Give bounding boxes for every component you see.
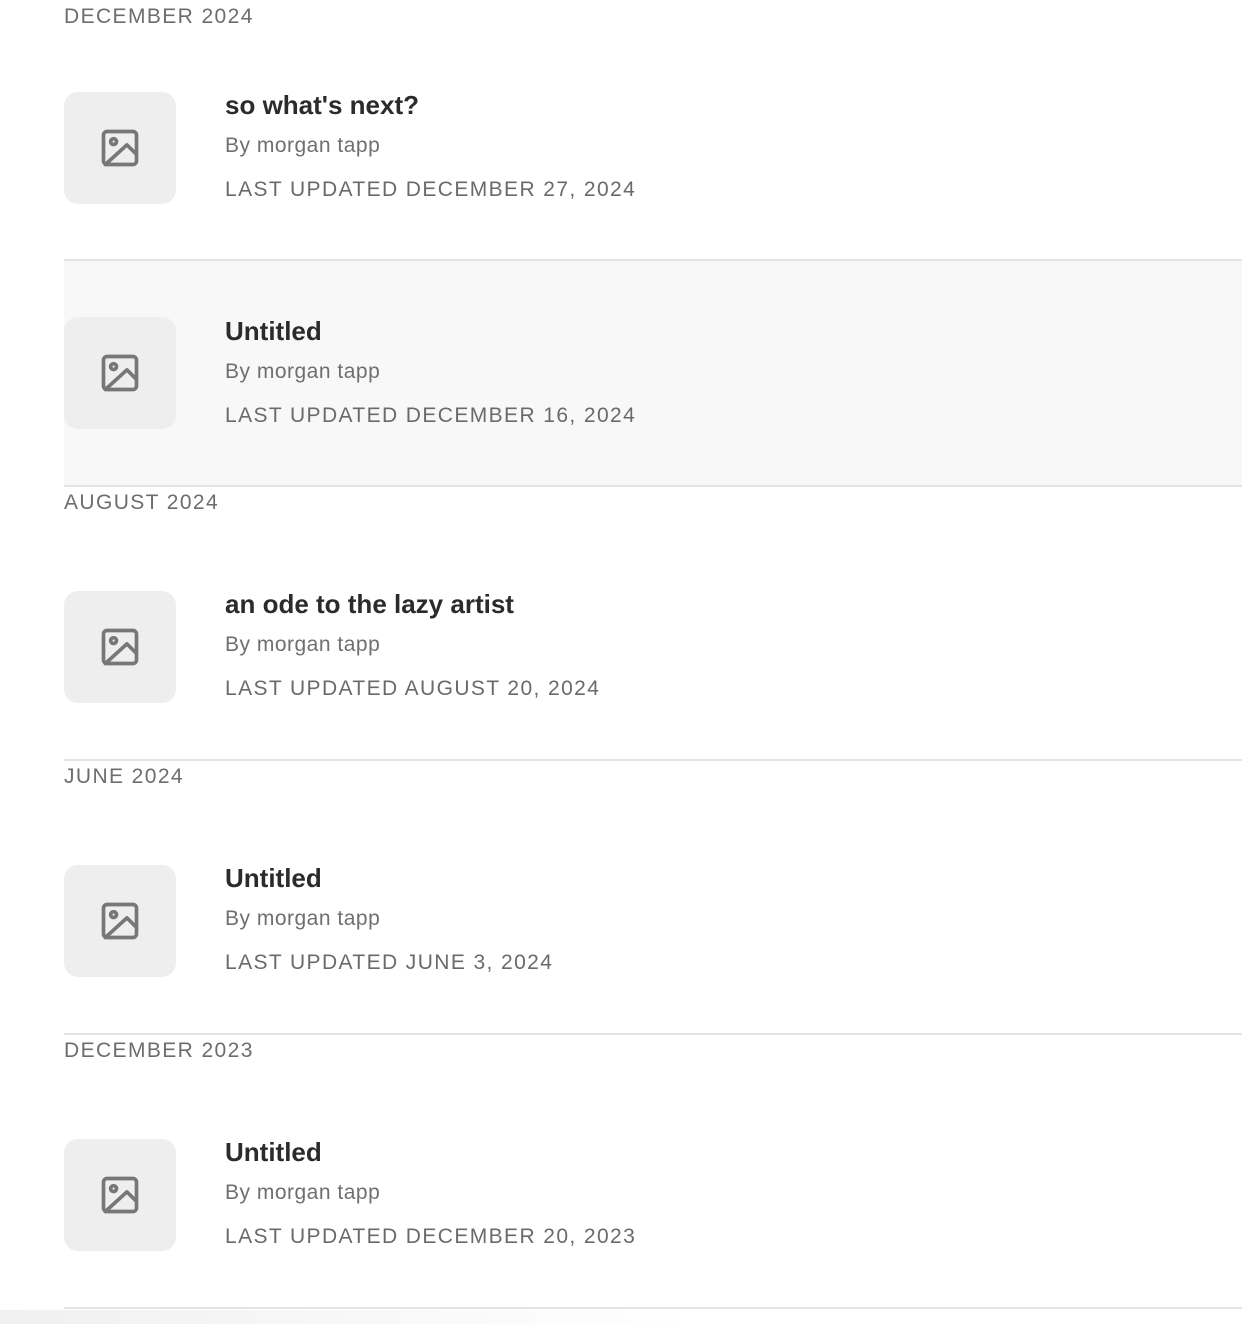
- post-title[interactable]: Untitled: [225, 863, 553, 893]
- post-author: By morgan tapp: [225, 360, 381, 383]
- section-header-june-2024: JUNE 2024: [64, 765, 184, 788]
- post-author: By morgan tapp: [225, 1181, 381, 1204]
- post-title[interactable]: an ode to the lazy artist: [225, 589, 600, 619]
- post-updated-date: LAST UPDATED DECEMBER 20, 2023: [225, 1225, 637, 1248]
- post-author: By morgan tapp: [225, 907, 381, 930]
- image-placeholder-icon: [101, 354, 139, 392]
- post-author: By morgan tapp: [225, 134, 381, 157]
- post-updated-date: LAST UPDATED AUGUST 20, 2024: [225, 677, 601, 700]
- post-title[interactable]: Untitled: [225, 1137, 636, 1167]
- post-row[interactable]: Untitled By morgan tapp LAST UPDATED DEC…: [64, 1069, 1242, 1309]
- section-header-august-2024: AUGUST 2024: [64, 491, 220, 514]
- post-thumbnail: [64, 865, 176, 977]
- image-placeholder-icon: [101, 129, 139, 167]
- post-title[interactable]: so what's next?: [225, 90, 636, 120]
- scroll-edge-shadow: [0, 1310, 700, 1324]
- section-header-december-2023: DECEMBER 2023: [64, 1039, 254, 1062]
- post-title[interactable]: Untitled: [225, 316, 636, 346]
- post-row[interactable]: an ode to the lazy artist By morgan tapp…: [64, 521, 1242, 761]
- post-list: DECEMBER 2024 so what's next? By morgan …: [64, 0, 1242, 1309]
- post-thumbnail: [64, 1139, 176, 1251]
- post-row[interactable]: Untitled By morgan tapp LAST UPDATED JUN…: [64, 795, 1242, 1035]
- post-thumbnail: [64, 591, 176, 703]
- section-header-december-2024: DECEMBER 2024: [64, 5, 254, 28]
- post-author: By morgan tapp: [225, 633, 381, 656]
- post-row[interactable]: so what's next? By morgan tapp LAST UPDA…: [64, 34, 1242, 261]
- post-updated-date: LAST UPDATED DECEMBER 27, 2024: [225, 178, 637, 201]
- image-placeholder-icon: [101, 1176, 139, 1214]
- image-placeholder-icon: [101, 628, 139, 666]
- post-row[interactable]: Untitled By morgan tapp LAST UPDATED DEC…: [64, 261, 1242, 487]
- post-thumbnail: [64, 317, 176, 429]
- post-thumbnail: [64, 92, 176, 204]
- post-updated-date: LAST UPDATED DECEMBER 16, 2024: [225, 404, 637, 427]
- image-placeholder-icon: [101, 902, 139, 940]
- post-updated-date: LAST UPDATED JUNE 3, 2024: [225, 951, 554, 974]
